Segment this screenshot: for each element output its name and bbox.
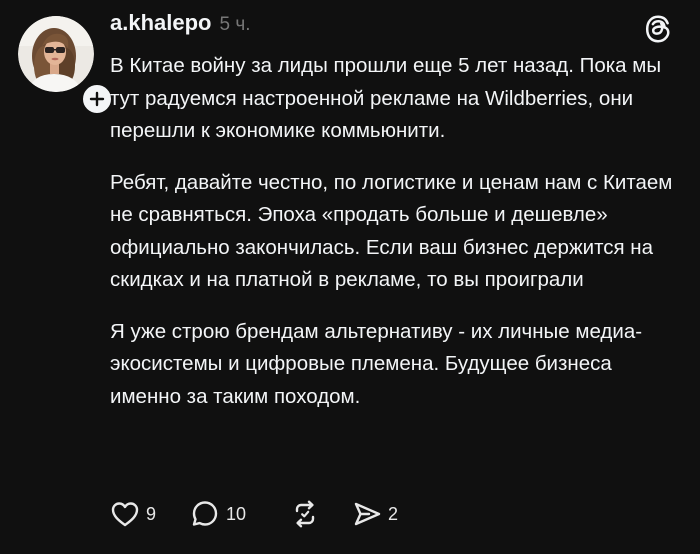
post-content: В Китае войну за лиды прошли еще 5 лет н… bbox=[110, 50, 680, 432]
repost-button[interactable] bbox=[290, 499, 320, 529]
action-bar: 9 10 2 bbox=[110, 497, 398, 531]
speech-bubble-icon bbox=[192, 501, 218, 526]
plus-icon bbox=[89, 91, 105, 107]
post-time: 5 ч. bbox=[219, 14, 251, 35]
post-paragraph: Я уже строю брендам альтернативу - их ли… bbox=[110, 319, 643, 408]
repost-icon bbox=[295, 500, 315, 528]
reply-count: 10 bbox=[226, 503, 247, 524]
like-count: 9 bbox=[146, 503, 157, 524]
username[interactable]: a.khalepo bbox=[110, 10, 211, 36]
share-count: 2 bbox=[388, 503, 399, 524]
heart-icon bbox=[111, 502, 139, 527]
thread-post: a.khalepo 5 ч. В Китае войну за лиды про… bbox=[0, 0, 700, 554]
post-paragraph: Ребят, давайте честно, по логистике и це… bbox=[110, 170, 673, 292]
reply-button[interactable]: 10 bbox=[190, 499, 246, 529]
post-paragraph: В Китае войну за лиды прошли еще 5 лет н… bbox=[110, 54, 662, 142]
send-icon bbox=[354, 502, 381, 526]
author-avatar[interactable] bbox=[18, 16, 114, 116]
threads-logo-icon[interactable] bbox=[644, 14, 672, 44]
post-header: a.khalepo 5 ч. bbox=[110, 10, 251, 38]
share-button[interactable]: 2 bbox=[352, 500, 398, 528]
avatar-photo bbox=[18, 16, 94, 92]
like-button[interactable]: 9 bbox=[110, 500, 156, 528]
follow-button[interactable] bbox=[80, 82, 114, 116]
